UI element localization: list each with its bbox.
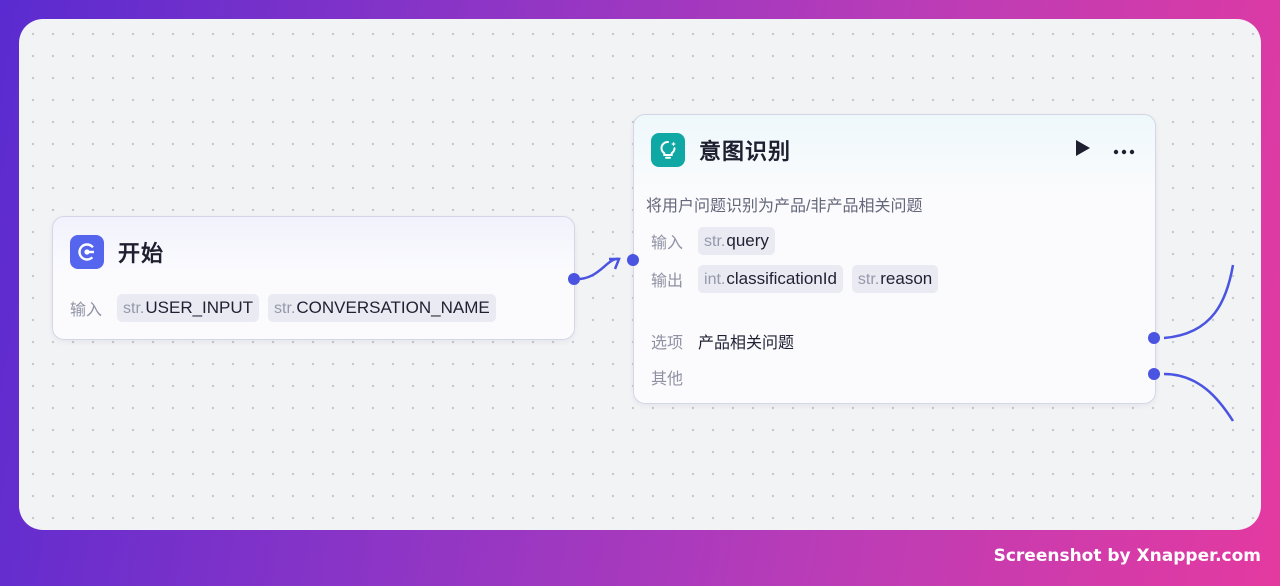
edge-option-product (1163, 264, 1235, 340)
intent-inputs-row: 输入 str. query (651, 227, 775, 255)
run-icon[interactable] (1075, 139, 1091, 162)
tag-name: query (726, 231, 769, 250)
intent-node-actions (1075, 139, 1135, 162)
intent-output-label: 输出 (651, 273, 684, 290)
start-node-inputs-row: 输入 str. USER_INPUT str. CONVERSATION_NAM… (70, 294, 496, 322)
intent-outputs-row: 输出 int. classificationId str. reason (651, 265, 939, 293)
intent-option-row: 选项 产品相关问题 (651, 329, 794, 353)
tag-type: str. (857, 271, 880, 288)
more-icon[interactable] (1113, 142, 1135, 160)
tag-name: USER_INPUT (145, 298, 254, 317)
workflow-canvas[interactable]: 开始 输入 str. USER_INPUT str. CONVERSATION_… (19, 19, 1261, 530)
start-node-icon (70, 235, 104, 269)
intent-input-label: 输入 (651, 235, 684, 252)
tag-type: str. (704, 233, 726, 250)
output-tag-classification-id: int. classificationId (698, 265, 843, 293)
intent-node-header: 意图识别 (651, 133, 791, 167)
watermark-text: Screenshot by Xnapper.com (993, 546, 1261, 566)
intent-node-icon (651, 133, 685, 167)
tag-type: str. (274, 300, 296, 317)
tag-name: classificationId (726, 269, 837, 288)
option-product-related: 产品相关问题 (698, 335, 795, 352)
input-tag-user-input: str. USER_INPUT (117, 294, 260, 322)
intent-node[interactable]: 意图识别 将用户问题识别为产品/非产品相关问题 输入 str. query 输出… (633, 114, 1156, 404)
intent-options-label: 选项 (651, 335, 684, 352)
tag-type: str. (123, 300, 145, 317)
start-node[interactable]: 开始 输入 str. USER_INPUT str. CONVERSATION_… (52, 216, 575, 340)
start-node-header: 开始 (70, 235, 164, 269)
output-tag-reason: str. reason (851, 265, 939, 293)
input-tag-conversation-name: str. CONVERSATION_NAME (268, 294, 496, 322)
tag-name: CONVERSATION_NAME (296, 298, 490, 317)
tag-name: reason (880, 269, 933, 288)
option-other-handle[interactable] (1148, 368, 1160, 380)
edge-option-other (1163, 372, 1235, 422)
intent-node-title: 意图识别 (699, 139, 792, 164)
start-node-title: 开始 (118, 241, 165, 266)
intent-node-description: 将用户问题识别为产品/非产品相关问题 (646, 198, 923, 215)
start-output-handle[interactable] (568, 273, 580, 285)
intent-input-handle[interactable] (627, 254, 639, 266)
option-product-handle[interactable] (1148, 332, 1160, 344)
tag-type: int. (704, 271, 726, 288)
start-input-label: 输入 (70, 302, 103, 319)
intent-other-label: 其他 (651, 371, 684, 388)
intent-other-row: 其他 (651, 365, 689, 389)
input-tag-query: str. query (698, 227, 775, 255)
edge-start-to-intent (573, 257, 620, 281)
